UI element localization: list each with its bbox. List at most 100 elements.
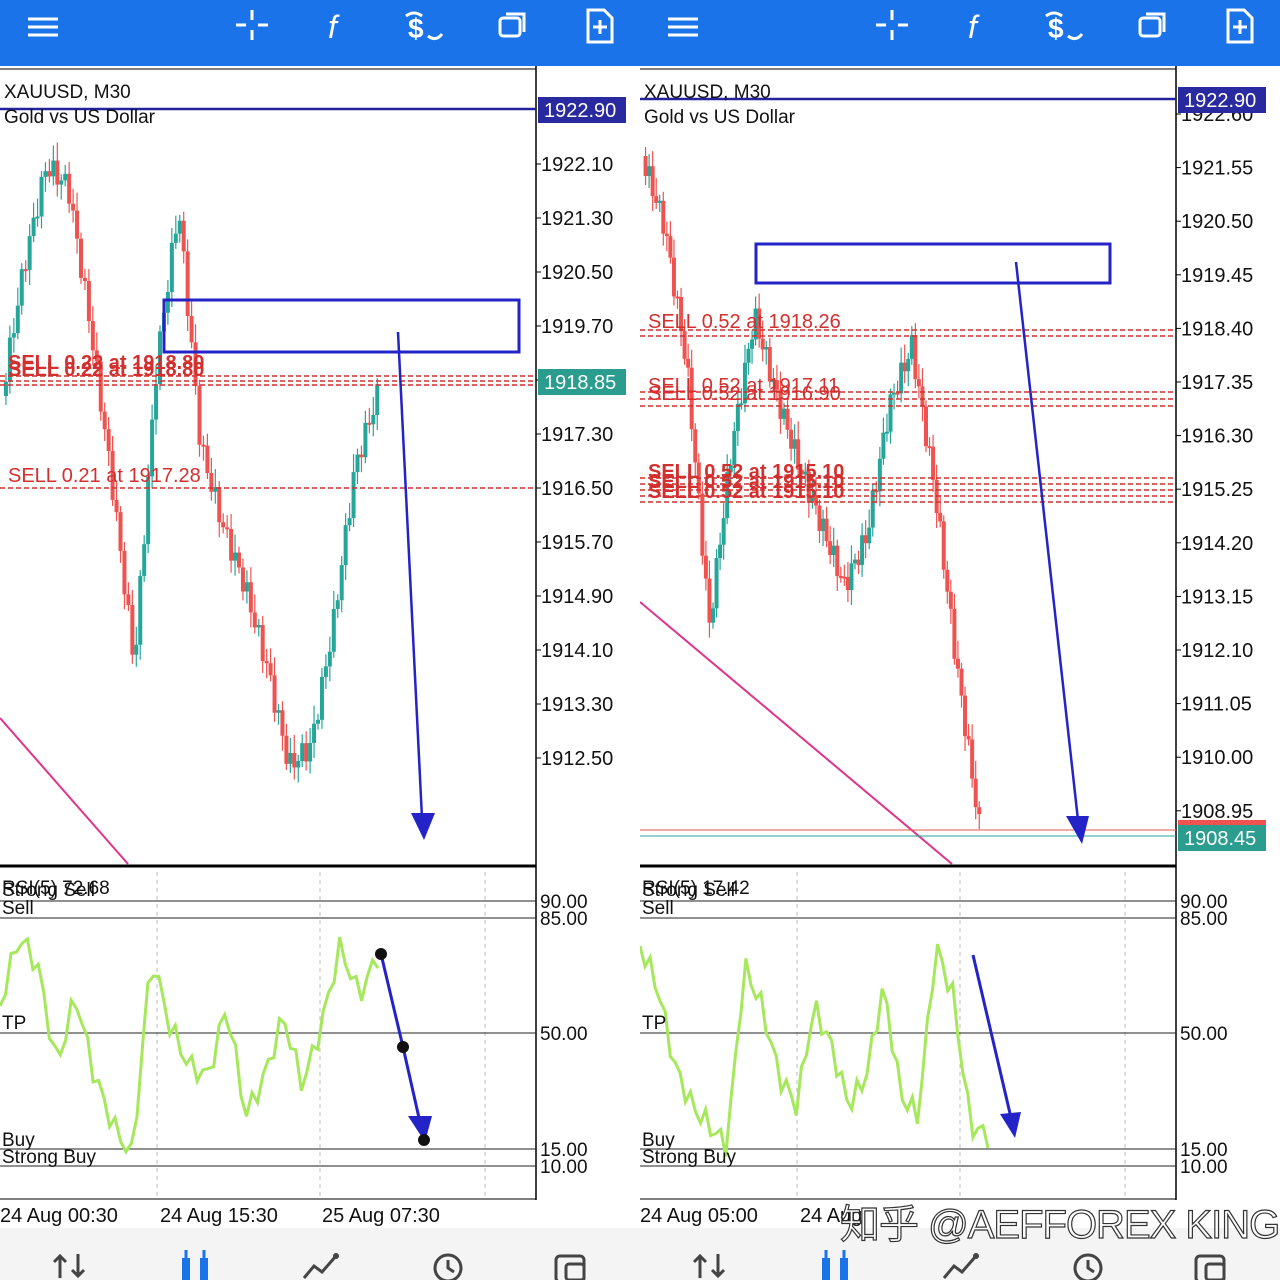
- price-axis-label: 1913.30: [541, 694, 613, 716]
- candle-body: [938, 513, 943, 522]
- candle-body: [693, 429, 698, 463]
- candle-body: [920, 386, 925, 407]
- price-axis-label: 1919.70: [541, 316, 613, 338]
- new-order-icon[interactable]: [574, 6, 626, 58]
- candle-body: [963, 695, 968, 737]
- messages-icon[interactable]: [1192, 1250, 1232, 1280]
- order-label[interactable]: SELL 0.52 at 1915.10: [648, 481, 844, 503]
- price-chart-left[interactable]: SELL 0.22 at 1918.80 SELL 0.22 at 1918.8…: [0, 66, 640, 1228]
- candlestick-series: [3, 142, 380, 783]
- annotation-point[interactable]: [418, 1134, 430, 1146]
- trade-icon[interactable]: $: [398, 6, 450, 58]
- candle-body: [856, 559, 861, 565]
- annotation-point[interactable]: [397, 1041, 409, 1053]
- candle-body: [19, 269, 24, 306]
- annotation-rectangle[interactable]: [162, 298, 521, 354]
- candle-body: [671, 257, 676, 297]
- price-axis-label: 1916.30: [1181, 426, 1253, 448]
- order-label[interactable]: SELL 0.52 at 1918.26: [648, 311, 841, 333]
- candle-body: [675, 296, 680, 299]
- candle-body: [319, 676, 324, 720]
- candle-body: [838, 575, 843, 578]
- annotation-rectangle[interactable]: [754, 242, 1112, 285]
- chart-icon[interactable]: [176, 1250, 216, 1280]
- candle-body: [280, 710, 285, 736]
- order-label[interactable]: SELL 0.21 at 1917.28: [8, 465, 201, 487]
- candle-body: [860, 535, 865, 565]
- candle-body: [721, 518, 726, 545]
- crosshair-icon[interactable]: [226, 6, 278, 58]
- menu-icon[interactable]: [16, 6, 68, 58]
- chart-panel-right[interactable]: f $ SELL 0.52 at 1918.26 SELL 0.52 at 19…: [640, 0, 1280, 1280]
- price-axis-label: 1920.50: [1181, 211, 1253, 233]
- candle-body: [970, 739, 975, 779]
- order-label[interactable]: SELL 0.52 at 1916.90: [648, 383, 841, 405]
- order-label[interactable]: SELL 0.22 at 1918.80: [8, 352, 204, 374]
- new-order-icon[interactable]: [1214, 6, 1266, 58]
- candle-body: [205, 445, 210, 474]
- candle-body: [296, 760, 301, 768]
- candle-body: [106, 429, 111, 452]
- quotes-icon[interactable]: [690, 1250, 730, 1280]
- window-icon[interactable]: [1128, 6, 1180, 58]
- candle-body: [782, 408, 786, 419]
- history-icon[interactable]: [1068, 1250, 1108, 1280]
- price-axis-label: 1918.40: [1181, 318, 1253, 340]
- candle-body: [177, 220, 182, 234]
- candle-body: [842, 576, 847, 579]
- trend-line[interactable]: [640, 601, 953, 865]
- price-axis-label: 1914.10: [541, 640, 613, 662]
- annotation-arrow[interactable]: [1014, 261, 1080, 821]
- history-icon[interactable]: [428, 1250, 468, 1280]
- candle-body: [714, 558, 719, 609]
- rsi-line: [0, 936, 380, 1155]
- candle-body: [853, 559, 857, 564]
- trend-line[interactable]: [0, 717, 129, 865]
- window-icon[interactable]: [488, 6, 540, 58]
- candle-body: [718, 544, 723, 559]
- annotation-arrow[interactable]: [396, 331, 424, 819]
- candle-body: [138, 575, 143, 645]
- symbol-label: XAUUSD, M30: [4, 82, 131, 103]
- price-chart-right[interactable]: SELL 0.52 at 1918.26 SELL 0.52 at 1917.1…: [640, 66, 1280, 1228]
- price-axis-label: 1919.45: [1181, 265, 1253, 287]
- rsi-line: [640, 943, 990, 1157]
- candle-body: [654, 196, 659, 203]
- crosshair-icon[interactable]: [866, 6, 918, 58]
- annotation-point[interactable]: [375, 948, 387, 960]
- candle-body: [959, 668, 964, 696]
- symbol-description: Gold vs US Dollar: [4, 107, 156, 128]
- candle-body: [977, 807, 982, 815]
- menu-icon[interactable]: [656, 6, 708, 58]
- rsi-level: 10.00: [1180, 1157, 1228, 1178]
- candle-body: [221, 522, 226, 528]
- quotes-icon[interactable]: [50, 1250, 90, 1280]
- candle-body: [59, 180, 64, 185]
- trade-nav-icon[interactable]: [942, 1250, 982, 1280]
- trade-nav-icon[interactable]: [302, 1250, 342, 1280]
- candle-body: [252, 612, 257, 628]
- candle-body: [55, 160, 60, 185]
- time-label: 25 Aug 07:30: [322, 1205, 440, 1227]
- time-label: 24 Aug 15:30: [160, 1205, 278, 1227]
- rsi-label: TP: [642, 1013, 666, 1034]
- chart-icon[interactable]: [816, 1250, 856, 1280]
- candle-body: [828, 541, 833, 556]
- candle-body: [952, 608, 957, 659]
- candle-body: [955, 658, 960, 669]
- candle-body: [27, 236, 32, 270]
- function-icon[interactable]: f: [952, 6, 1004, 58]
- trade-icon[interactable]: $: [1038, 6, 1090, 58]
- rsi-annotation-arrow[interactable]: [971, 954, 1014, 1123]
- chart-panel-left[interactable]: f $ SELL 0.22 at 1918.80 SELL 0.22 at 19…: [0, 0, 640, 1280]
- candle-body: [881, 432, 886, 459]
- candle-body: [831, 545, 836, 556]
- messages-icon[interactable]: [552, 1250, 592, 1280]
- candle-body: [335, 600, 340, 609]
- candle-body: [661, 200, 666, 234]
- candle-body: [67, 173, 72, 204]
- candle-body: [308, 742, 313, 762]
- candle-body: [351, 472, 356, 519]
- function-icon[interactable]: f: [312, 6, 364, 58]
- time-label: 24 Aug 00:30: [0, 1205, 118, 1227]
